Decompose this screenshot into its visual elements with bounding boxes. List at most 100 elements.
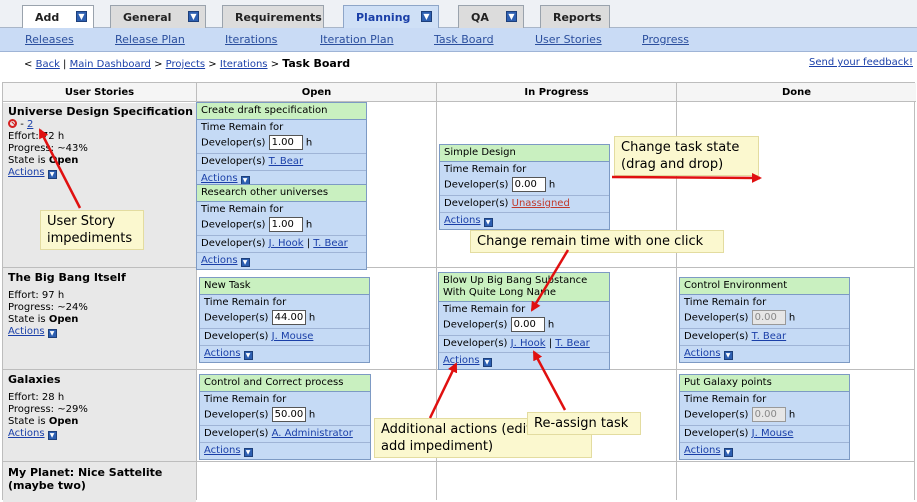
remain-time-input[interactable]: 50.00 — [271, 407, 306, 422]
subnav-iteration-plan[interactable]: Iteration Plan — [320, 33, 394, 46]
breadcrumb-main-dashboard[interactable]: Main Dashboard — [70, 59, 151, 70]
dropdown-arrow-icon[interactable]: ▼ — [243, 351, 253, 360]
separator: | — [548, 338, 553, 349]
feedback-link[interactable]: Send your feedback! — [809, 57, 913, 68]
developers-label: Developer(s) — [201, 219, 266, 231]
story-my-planet: My Planet: Nice Sattelite (maybe two) — [8, 466, 188, 496]
developer-link[interactable]: J. Hook — [269, 238, 304, 249]
story-actions-link[interactable]: Actions — [8, 167, 45, 178]
dropdown-arrow-icon[interactable]: ▼ — [240, 258, 250, 267]
dropdown-arrow-icon[interactable]: ▼ — [723, 351, 733, 360]
subnav-release-plan[interactable]: Release Plan — [115, 33, 185, 46]
task-card[interactable]: Control Environment Time Remain for Deve… — [679, 277, 850, 363]
dropdown-arrow-icon[interactable]: ▼ — [483, 218, 493, 227]
story-actions-link[interactable]: Actions — [8, 326, 45, 337]
time-remain-section: Time Remain for Developer(s) 44.00 h — [200, 295, 369, 329]
tab-requirements[interactable]: Requirements — [222, 5, 324, 28]
breadcrumb-iterations[interactable]: Iterations — [220, 59, 268, 70]
task-actions-link[interactable]: Actions — [444, 215, 481, 226]
task-card[interactable]: Simple Design Time Remain for Developer(… — [439, 144, 610, 230]
task-title: Research other universes — [197, 185, 366, 202]
time-remain-label: Time Remain for — [204, 394, 287, 405]
remain-time-input[interactable]: 1.00 — [268, 217, 303, 232]
hours-unit: h — [788, 312, 796, 324]
actions-section: Actions ▼ — [680, 443, 849, 459]
tab-planning-label: Planning — [356, 10, 411, 24]
subnav-progress[interactable]: Progress — [642, 33, 689, 46]
developer-link[interactable]: T. Bear — [752, 331, 787, 342]
actions-section: Actions ▼ — [439, 353, 609, 369]
hours-unit: h — [308, 409, 316, 421]
remain-time-input[interactable]: 0.00 — [511, 177, 546, 192]
breadcrumb-projects[interactable]: Projects — [166, 59, 205, 70]
callout-reassign: Re-assign task — [527, 412, 641, 435]
task-title: Blow Up Big Bang Substance With Quite Lo… — [439, 273, 609, 302]
state-value: Open — [48, 314, 79, 325]
developers-label: Developer(s) — [443, 319, 508, 331]
developers-label: Developer(s) — [684, 331, 749, 342]
dropdown-arrow-icon[interactable]: ▼ — [421, 11, 432, 22]
subnav-user-stories[interactable]: User Stories — [535, 33, 602, 46]
dropdown-arrow-icon[interactable]: ▼ — [188, 11, 199, 22]
developer-link[interactable]: T. Bear — [555, 338, 590, 349]
developer-link[interactable]: A. Administrator — [272, 428, 353, 439]
story-big-bang: The Big Bang Itself Effort: 97 h Progres… — [8, 272, 193, 338]
task-actions-link[interactable]: Actions — [684, 445, 721, 456]
tab-planning[interactable]: Planning ▼ — [343, 5, 439, 28]
story-actions-link[interactable]: Actions — [8, 428, 45, 439]
task-card[interactable]: Blow Up Big Bang Substance With Quite Lo… — [438, 272, 610, 370]
subnav-task-board[interactable]: Task Board — [434, 33, 494, 46]
developer-link[interactable]: T. Bear — [313, 238, 348, 249]
remain-time-input[interactable]: 0.00 — [510, 317, 545, 332]
dropdown-arrow-icon[interactable]: ▼ — [482, 358, 492, 367]
developers-section: Developer(s) J. Mouse — [680, 426, 849, 443]
task-card[interactable]: Put Galaxy points Time Remain for Develo… — [679, 374, 850, 460]
tab-add[interactable]: Add ▼ — [22, 5, 94, 28]
task-actions-link[interactable]: Actions — [684, 348, 721, 359]
story-title: Universe Design Specification — [8, 105, 193, 118]
dropdown-arrow-icon[interactable]: ▼ — [243, 448, 253, 457]
task-card[interactable]: Research other universes Time Remain for… — [196, 184, 367, 270]
remain-time-input[interactable]: 1.00 — [268, 135, 303, 150]
task-card[interactable]: Create draft specification Time Remain f… — [196, 102, 367, 188]
developer-link[interactable]: J. Hook — [511, 338, 546, 349]
task-card[interactable]: Control and Correct process Time Remain … — [199, 374, 371, 460]
effort-value: 28 h — [41, 392, 65, 403]
breadcrumb-separator: > — [270, 59, 280, 70]
unassigned-developer-link[interactable]: Unassigned — [512, 198, 570, 209]
task-actions-link[interactable]: Actions — [201, 255, 238, 266]
sub-navigation: Releases Release Plan Iterations Iterati… — [0, 28, 917, 52]
dropdown-arrow-icon[interactable]: ▼ — [76, 11, 87, 22]
dropdown-arrow-icon[interactable]: ▼ — [506, 11, 517, 22]
developers-label: Developer(s) — [444, 198, 509, 209]
subnav-iterations[interactable]: Iterations — [225, 33, 277, 46]
dropdown-arrow-icon[interactable]: ▼ — [47, 431, 57, 440]
impediment-count-link[interactable]: 2 — [27, 119, 33, 130]
subnav-releases[interactable]: Releases — [25, 33, 74, 46]
dropdown-arrow-icon[interactable]: ▼ — [723, 448, 733, 457]
remain-time-input: 0.00 — [751, 310, 786, 325]
developer-link[interactable]: T. Bear — [269, 156, 304, 167]
task-actions-link[interactable]: Actions — [201, 173, 238, 184]
developers-label: Developer(s) — [201, 238, 266, 249]
remain-time-input[interactable]: 44.00 — [271, 310, 306, 325]
dropdown-arrow-icon[interactable]: ▼ — [47, 329, 57, 338]
task-actions-link[interactable]: Actions — [443, 355, 480, 366]
developers-label: Developer(s) — [201, 156, 266, 167]
developers-label: Developer(s) — [684, 312, 749, 324]
developer-link[interactable]: J. Mouse — [272, 331, 314, 342]
task-title: Control and Correct process — [200, 375, 370, 392]
task-actions-link[interactable]: Actions — [204, 445, 241, 456]
tab-add-label: Add — [35, 10, 60, 24]
tab-reports[interactable]: Reports — [540, 5, 610, 28]
dropdown-arrow-icon[interactable]: ▼ — [47, 170, 57, 179]
developers-label: Developer(s) — [443, 338, 508, 349]
tab-qa[interactable]: QA ▼ — [458, 5, 524, 28]
task-card[interactable]: New Task Time Remain for Developer(s) 44… — [199, 277, 370, 363]
tab-general[interactable]: General ▼ — [110, 5, 206, 28]
developer-link[interactable]: J. Mouse — [752, 428, 794, 439]
hours-unit: h — [305, 137, 313, 149]
hours-unit: h — [547, 319, 555, 331]
task-actions-link[interactable]: Actions — [204, 348, 241, 359]
breadcrumb-back[interactable]: Back — [36, 59, 60, 70]
